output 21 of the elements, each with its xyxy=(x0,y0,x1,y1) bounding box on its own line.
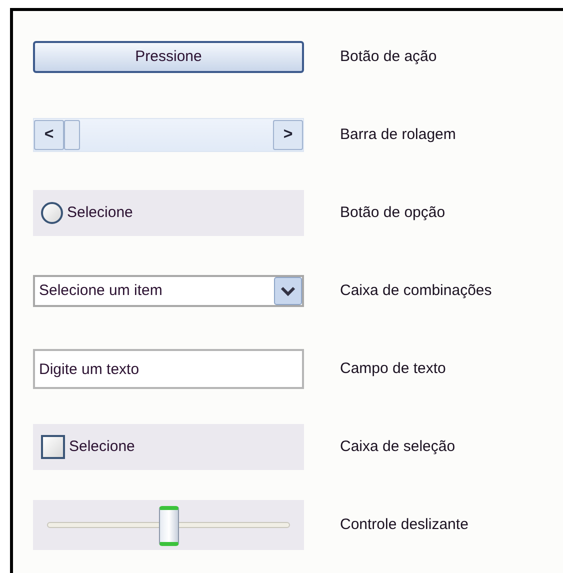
control-description: Caixa de seleção xyxy=(340,436,456,457)
scroll-right-button[interactable]: > xyxy=(273,120,303,150)
control-description: Campo de texto xyxy=(340,358,446,379)
radio-label: Selecione xyxy=(67,202,133,223)
checkbox[interactable] xyxy=(41,435,65,459)
dropdown-icon[interactable] xyxy=(274,277,302,305)
scroll-thumb[interactable] xyxy=(64,120,80,150)
scroll-left-button[interactable]: < xyxy=(34,120,64,150)
control-description: Barra de rolagem xyxy=(340,124,456,145)
control-description: Caixa de combinações xyxy=(340,280,492,301)
combo-value: Selecione um item xyxy=(38,280,164,301)
scrollbar[interactable]: < > xyxy=(33,118,304,152)
combo-box[interactable]: Selecione um item xyxy=(33,275,304,307)
text-field[interactable]: Digite um texto xyxy=(33,349,304,389)
radio-button[interactable] xyxy=(41,202,63,224)
control-description: Botão de opção xyxy=(340,202,446,223)
control-description: Controle deslizante xyxy=(340,514,468,535)
control-description: Botão de ação xyxy=(340,46,437,67)
action-button[interactable]: Pressione xyxy=(33,41,304,73)
slider-thumb[interactable] xyxy=(158,506,178,546)
checkbox-label: Selecione xyxy=(69,436,135,457)
